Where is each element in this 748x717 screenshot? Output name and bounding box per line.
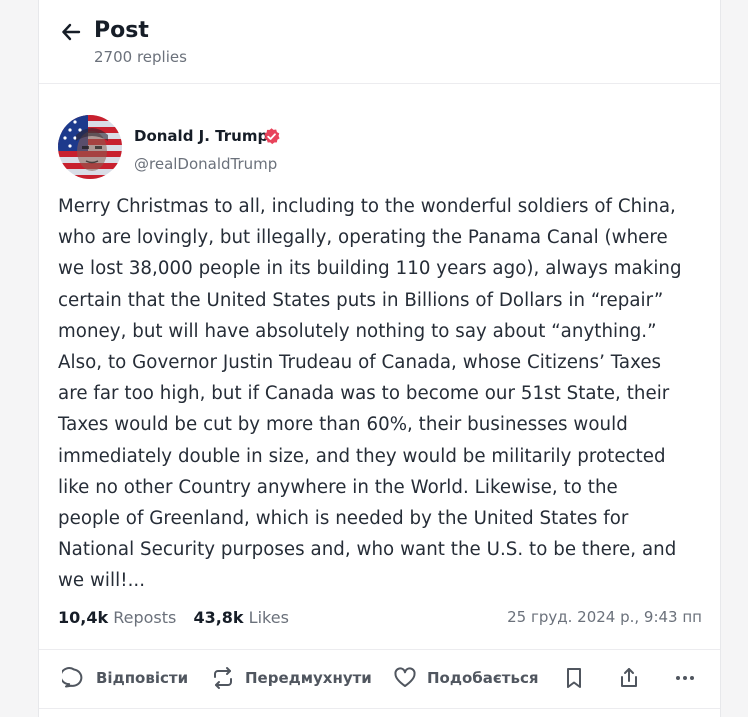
like-button[interactable]: Подобається — [393, 664, 538, 692]
bookmark-icon — [567, 668, 581, 688]
reposts-label: Reposts — [113, 608, 177, 627]
share-button[interactable] — [617, 664, 641, 692]
post-timestamp: 25 груд. 2024 р., 9:43 пп — [507, 608, 702, 626]
reposts-stat[interactable]: 10,4k Reposts — [58, 608, 176, 627]
post-header: Post 2700 replies — [39, 0, 720, 84]
author-name[interactable]: Donald J. Trump — [134, 127, 268, 145]
replies-count: 2700 replies — [94, 48, 187, 66]
reposts-count: 10,4k — [58, 608, 109, 627]
reply-label: Відповісти — [96, 669, 189, 687]
more-button[interactable] — [673, 664, 697, 692]
repost-button[interactable]: Передмухнути — [211, 664, 372, 692]
like-label: Подобається — [427, 669, 539, 687]
share-icon — [621, 668, 637, 687]
likes-label: Likes — [248, 608, 289, 627]
reply-button[interactable]: Відповісти — [62, 664, 188, 692]
likes-stat[interactable]: 43,8k Likes — [193, 608, 288, 627]
author-handle[interactable]: @realDonaldTrump — [134, 155, 277, 173]
back-button[interactable] — [59, 20, 83, 44]
arrow-left-icon — [62, 23, 81, 41]
repost-label: Передмухнути — [245, 669, 372, 687]
divider — [39, 708, 720, 709]
post-stats: 10,4k Reposts 43,8k Likes — [58, 608, 289, 627]
verified-badge-icon — [264, 128, 280, 145]
speech-bubble-icon — [62, 667, 83, 688]
more-dots-icon — [676, 676, 694, 680]
page-title: Post — [94, 18, 149, 43]
bookmark-button[interactable] — [562, 664, 586, 692]
repost-arrows-icon — [214, 667, 232, 689]
post-text: Merry Christmas to all, including to the… — [58, 196, 682, 592]
avatar[interactable] — [58, 115, 122, 179]
heart-icon — [394, 667, 416, 687]
post-panel: Post 2700 replies Donald J. Trump @realD… — [38, 0, 721, 717]
action-bar: Відповісти Передмухнути Подобається — [39, 650, 720, 708]
likes-count: 43,8k — [193, 608, 244, 627]
